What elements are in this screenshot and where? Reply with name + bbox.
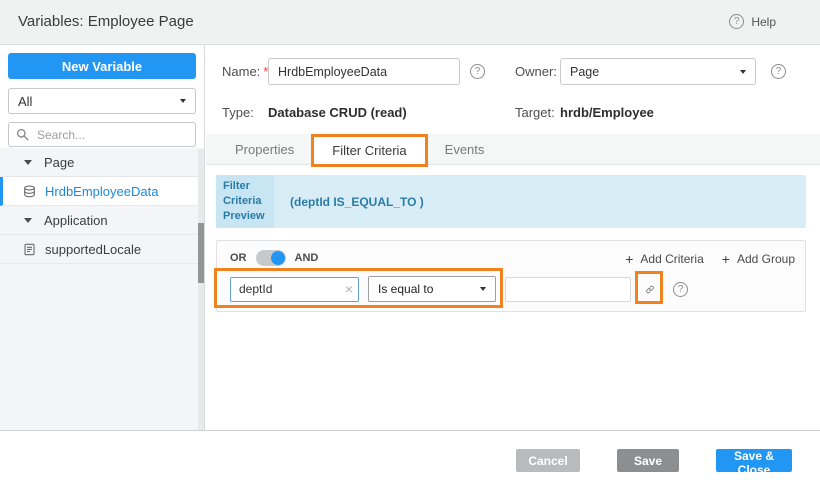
tree-item-hrdbemployeedata[interactable]: HrdbEmployeeData: [0, 177, 204, 206]
variable-type-filter-value: All: [18, 94, 32, 109]
tree-group-application[interactable]: Application: [0, 206, 204, 235]
type-value: Database CRUD (read): [268, 105, 407, 120]
owner-label: Owner:*: [515, 64, 565, 79]
plus-icon: +: [722, 251, 730, 267]
detail-tabs: Properties Filter Criteria Events: [206, 134, 820, 165]
sidebar-controls: New Variable All: [0, 45, 204, 148]
target-label: Target:: [515, 105, 555, 120]
clear-icon[interactable]: ×: [345, 280, 353, 298]
save-and-close-button[interactable]: Save & Close: [716, 449, 792, 472]
type-label: Type:: [222, 105, 254, 120]
chevron-down-icon: [180, 99, 186, 103]
add-group-button[interactable]: + Add Group: [722, 251, 795, 267]
criteria-field-input[interactable]: [230, 277, 359, 302]
filter-criteria-group: OR AND + Add Criteria + Add Group: [216, 240, 806, 312]
criteria-value-input[interactable]: [505, 277, 631, 302]
new-variable-button[interactable]: New Variable: [8, 53, 196, 79]
add-criteria-label: Add Criteria: [640, 252, 703, 266]
criteria-field-wrap: ×: [230, 277, 359, 302]
criteria-row: × Is equal to ?: [230, 276, 688, 302]
chevron-down-icon: [480, 287, 486, 291]
help-icon[interactable]: ?: [729, 14, 744, 29]
variables-tree: Page HrdbEmployeeData Application: [0, 148, 204, 264]
tab-properties[interactable]: Properties: [216, 134, 313, 164]
target-value: hrdb/Employee: [560, 105, 654, 120]
variables-sidebar: New Variable All Page: [0, 45, 205, 430]
logic-operator-row: OR AND: [230, 250, 318, 266]
and-label: AND: [295, 252, 319, 264]
or-label: OR: [230, 252, 247, 264]
tree-item-label: HrdbEmployeeData: [45, 184, 158, 199]
page-title: Variables: Employee Page: [18, 13, 194, 30]
link-icon: [646, 282, 654, 297]
caret-down-icon: [24, 218, 32, 223]
tree-group-page[interactable]: Page: [0, 148, 204, 177]
locale-variable-icon: [23, 243, 36, 256]
or-and-toggle[interactable]: [256, 250, 286, 266]
tree-group-label: Page: [44, 155, 74, 170]
tab-events[interactable]: Events: [426, 134, 504, 164]
filter-criteria-preview-value: (deptId IS_EQUAL_TO ): [274, 175, 806, 228]
help-button[interactable]: ? Help: [729, 14, 776, 29]
add-group-label: Add Group: [737, 252, 795, 266]
tree-item-label: supportedLocale: [45, 242, 141, 257]
database-variable-icon: [23, 185, 36, 198]
sidebar-scrollbar[interactable]: [198, 149, 204, 430]
tree-group-label: Application: [44, 213, 108, 228]
tab-filter-criteria[interactable]: Filter Criteria: [313, 134, 425, 164]
criteria-condition-select[interactable]: Is equal to: [368, 276, 496, 302]
toggle-knob: [271, 251, 285, 265]
filter-criteria-preview-label: Filter Criteria Preview: [216, 175, 274, 228]
cancel-button[interactable]: Cancel: [516, 449, 580, 472]
tree-item-supportedlocale[interactable]: supportedLocale: [0, 235, 204, 264]
dialog-footer: Cancel Save Save & Close: [0, 430, 820, 490]
variable-search[interactable]: [8, 122, 196, 147]
criteria-condition-value: Is equal to: [378, 282, 433, 296]
variable-type-filter-select[interactable]: All: [8, 88, 196, 114]
name-field[interactable]: [268, 58, 460, 85]
add-criteria-button[interactable]: + Add Criteria: [625, 251, 704, 267]
name-label: Name:*: [222, 64, 268, 79]
criteria-help-icon[interactable]: ?: [673, 282, 688, 297]
filter-criteria-preview: Filter Criteria Preview (deptId IS_EQUAL…: [216, 175, 806, 228]
bind-variable-button[interactable]: [640, 277, 660, 302]
dialog-titlebar: Variables: Employee Page ? Help: [0, 0, 820, 45]
save-button[interactable]: Save: [617, 449, 679, 472]
owner-help-icon[interactable]: ?: [771, 64, 786, 79]
plus-icon: +: [625, 251, 633, 267]
owner-select[interactable]: Page: [560, 58, 756, 85]
search-input[interactable]: [35, 127, 188, 143]
help-label: Help: [751, 15, 776, 29]
scrollbar-thumb[interactable]: [198, 223, 204, 283]
search-icon: [16, 128, 29, 141]
caret-down-icon: [24, 160, 32, 165]
name-help-icon[interactable]: ?: [470, 64, 485, 79]
add-actions: + Add Criteria + Add Group: [625, 251, 795, 267]
chevron-down-icon: [740, 70, 746, 74]
variables-dialog: Variables: Employee Page ? Help New Vari…: [0, 0, 820, 490]
variable-detail-panel: Name:* ? Owner:* Page ? Type: Database C…: [206, 45, 820, 430]
owner-value: Page: [570, 65, 599, 79]
